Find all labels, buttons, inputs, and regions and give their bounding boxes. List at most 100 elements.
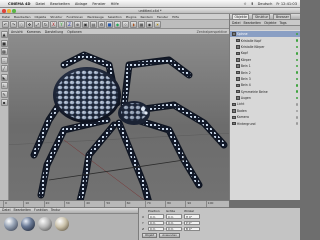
menu-funktionen[interactable]: Funktionen — [66, 15, 83, 19]
visibility-dot-icon[interactable] — [295, 90, 298, 93]
coordinate-pos-field[interactable]: 0 m — [148, 214, 164, 219]
move-icon[interactable]: ✥ — [26, 20, 33, 28]
app-name-menu[interactable]: CINEMA 4D — [8, 2, 31, 6]
scene-icon[interactable]: ▦ — [138, 20, 145, 28]
brightness-icon[interactable]: ☼ — [243, 2, 246, 6]
mat-menu-edit[interactable]: Bearbeiten — [14, 208, 32, 212]
om-menu-objects[interactable]: Objekte — [264, 21, 276, 25]
tab-structure[interactable]: Struktur — [252, 14, 271, 19]
mat-menu-texture[interactable]: Textur — [51, 208, 61, 212]
minimize-window-icon[interactable] — [7, 9, 11, 13]
object-tree-item[interactable]: Hintergrund — [230, 120, 300, 126]
array-icon[interactable]: ⁘ — [122, 20, 129, 28]
live-select-icon[interactable]: ◌ — [18, 20, 25, 28]
zoom-window-icon[interactable] — [12, 9, 16, 13]
menu-objekte[interactable]: Objekte — [35, 15, 47, 19]
coordinate-size-field[interactable]: 0 m — [166, 214, 182, 219]
mac-menu-storage[interactable]: Ablage — [75, 2, 87, 6]
timeline[interactable]: 0 10 20 30 40 50 60 70 80 90 100 — [0, 200, 229, 208]
menu-werkzeuge[interactable]: Werkzeuge — [87, 15, 104, 19]
mat-menu-function[interactable]: Funktion — [34, 208, 48, 212]
visibility-dot-icon[interactable] — [295, 77, 298, 81]
menu-selektion[interactable]: Selektion — [108, 15, 122, 19]
visibility-dot-icon[interactable] — [295, 71, 298, 74]
undo-icon[interactable]: ↶ — [2, 20, 9, 28]
om-menu-edit[interactable]: Bearbeiten — [244, 21, 262, 25]
material-swatch[interactable] — [55, 217, 69, 231]
material-swatch[interactable] — [38, 217, 52, 231]
deformer-icon[interactable]: ◗ — [130, 20, 137, 28]
coordinate-size-field[interactable]: 0 m — [166, 226, 182, 232]
y-axis-icon[interactable]: Y — [58, 20, 65, 28]
close-window-icon[interactable] — [2, 9, 6, 13]
menu-bearbeiten[interactable]: Bearbeiten — [14, 15, 30, 19]
render-view-icon[interactable]: ▣ — [82, 20, 89, 28]
visibility-dot-icon[interactable] — [295, 39, 298, 42]
coordinate-pos-field[interactable]: 0 m — [148, 220, 164, 226]
om-menu-file[interactable]: Datei — [232, 21, 241, 25]
menu-datei[interactable]: Datei — [2, 15, 10, 19]
om-menu-tags[interactable]: Tags — [279, 21, 286, 25]
viewport-menu-view[interactable]: Ansicht — [11, 30, 23, 34]
visibility-dot-icon[interactable] — [295, 64, 298, 68]
edge-icon[interactable]: ╱ — [0, 65, 8, 72]
mac-menu-file[interactable]: Datei — [36, 2, 46, 6]
visibility-dot-icon[interactable] — [295, 52, 298, 55]
x-axis-icon[interactable]: X — [50, 20, 57, 28]
coordinate-mode-select[interactable]: Objekt — [142, 232, 158, 238]
menu-rendern[interactable]: Rendern — [140, 15, 153, 19]
render-picture-icon[interactable]: ▤ — [90, 20, 97, 28]
coordinate-ang-field[interactable]: H 0° — [184, 214, 200, 219]
visibility-dot-icon[interactable] — [295, 84, 298, 87]
menu-fenster[interactable]: Fenster — [157, 15, 168, 19]
texture-icon[interactable]: ▩ — [0, 48, 8, 55]
visibility-dot-icon[interactable] — [295, 122, 298, 125]
visibility-dot-icon[interactable] — [295, 109, 298, 113]
material-swatch[interactable] — [4, 217, 18, 231]
menu-plugins[interactable]: Plugins — [126, 15, 137, 19]
mac-menu-help[interactable]: Hilfe — [111, 2, 119, 6]
redo-icon[interactable]: ↷ — [10, 20, 17, 28]
visibility-dot-icon[interactable] — [295, 32, 298, 36]
coordinate-size-field[interactable]: 0 m — [166, 220, 182, 226]
tweak-icon[interactable]: ✎ — [0, 90, 8, 98]
object-icon[interactable]: ■ — [0, 39, 8, 47]
menu-hilfe[interactable]: Hilfe — [172, 15, 179, 19]
light-icon[interactable]: ☀ — [154, 20, 161, 28]
viewport-menu-options[interactable]: Optionen — [67, 30, 82, 34]
upload-icon[interactable]: ⬆ — [251, 2, 254, 6]
model-icon[interactable]: ▲ — [0, 31, 8, 38]
camera-icon[interactable]: ◉ — [146, 20, 153, 28]
coordinate-pos-field[interactable]: 0 m — [148, 226, 164, 232]
coordinate-icon[interactable]: ⊕ — [74, 20, 81, 28]
render-settings-icon[interactable]: ⚙ — [98, 20, 105, 28]
nurbs-icon[interactable]: ◆ — [114, 20, 121, 28]
point-icon[interactable]: ∴ — [0, 56, 8, 64]
visibility-dot-icon[interactable] — [295, 103, 298, 106]
keyboard-language[interactable]: Deutsch — [258, 2, 273, 6]
mac-menu-edit[interactable]: Bearbeiten — [50, 2, 70, 6]
apply-button[interactable]: Anwenden — [159, 232, 180, 238]
polygon-icon[interactable]: ◣ — [0, 73, 8, 81]
axis-icon[interactable]: ⊥ — [0, 82, 8, 89]
menu-struktur[interactable]: Struktur — [50, 15, 62, 19]
viewport-menu-cameras[interactable]: Kameras — [27, 30, 41, 34]
paint-icon[interactable]: ▪ — [0, 99, 8, 106]
visibility-dot-icon[interactable] — [295, 58, 298, 61]
mac-menu-window[interactable]: Fenster — [92, 2, 105, 6]
clock[interactable]: Fr 12:41:03 — [276, 2, 297, 6]
visibility-dot-icon[interactable] — [295, 45, 298, 49]
rotate-icon[interactable]: ↻ — [42, 20, 49, 28]
mat-menu-file[interactable]: Datei — [2, 208, 11, 212]
tab-browser[interactable]: Browser — [273, 14, 292, 19]
scale-icon[interactable]: ⤢ — [34, 20, 41, 28]
z-axis-icon[interactable]: Z — [66, 20, 73, 28]
cube-icon[interactable]: ■ — [106, 20, 113, 28]
coordinate-ang-field[interactable]: P 0° — [184, 220, 200, 226]
visibility-dot-icon[interactable] — [295, 96, 298, 100]
coordinate-ang-field[interactable]: B 0° — [184, 226, 200, 232]
viewport-menu-display[interactable]: Darstellung — [45, 30, 63, 34]
tab-objects[interactable]: Objekte — [232, 14, 250, 19]
3d-viewport[interactable] — [9, 35, 229, 200]
material-swatch[interactable] — [21, 217, 35, 231]
